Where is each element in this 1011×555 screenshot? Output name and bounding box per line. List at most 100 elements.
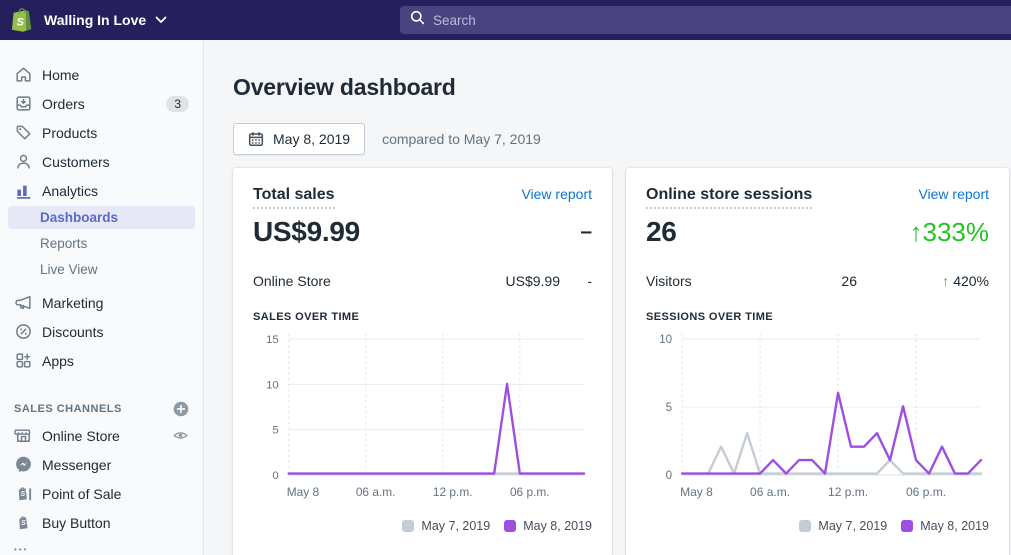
sidebar-item-label: Dashboards <box>40 210 118 225</box>
sidebar-item-customers[interactable]: Customers <box>0 147 203 176</box>
store-switcher[interactable]: Walling In Love <box>44 11 167 29</box>
discount-badge-icon <box>14 322 33 341</box>
svg-text:12 p.m.: 12 p.m. <box>433 485 473 499</box>
legend-swatch <box>402 520 414 532</box>
legend-swatch <box>799 520 811 532</box>
add-channel-button[interactable] <box>173 401 189 417</box>
pos-bag-icon: S <box>14 484 33 503</box>
search-bar[interactable] <box>400 6 1011 34</box>
total-sales-view-report-link[interactable]: View report <box>521 186 592 202</box>
svg-text:12 p.m.: 12 p.m. <box>828 485 868 499</box>
legend-item: May 8, 2019 <box>504 519 592 533</box>
svg-text:S: S <box>17 17 25 29</box>
up-arrow-icon: ↑ <box>942 273 949 289</box>
sidebar-item-label: Products <box>42 125 189 141</box>
sales-channels-header: SALES CHANNELS <box>14 401 189 417</box>
date-picker-label: May 8, 2019 <box>273 131 350 147</box>
home-icon <box>14 65 33 84</box>
messenger-icon <box>14 455 33 474</box>
sidebar-item-discounts[interactable]: Discounts <box>0 317 203 346</box>
sidebar-item-analytics[interactable]: Analytics <box>0 176 203 205</box>
sales-chart-legend: May 7, 2019 May 8, 2019 <box>253 519 592 533</box>
total-sales-title[interactable]: Total sales <box>253 186 335 209</box>
bar-chart-icon <box>14 181 33 200</box>
sidebar-item-label: Online Store <box>42 428 172 444</box>
sidebar-item-reports[interactable]: Reports <box>0 230 203 256</box>
sidebar-item-label: Analytics <box>42 183 189 199</box>
svg-text:May 8: May 8 <box>680 485 713 499</box>
svg-text:S: S <box>21 520 26 527</box>
search-input[interactable] <box>433 13 919 28</box>
sessions-over-time-chart: 0510May 806 a.m.12 p.m.06 p.m. <box>646 329 989 507</box>
legend-label: May 8, 2019 <box>523 519 592 533</box>
up-arrow-icon: ↑ <box>910 217 923 247</box>
sidebar-item-label: Customers <box>42 154 189 170</box>
total-sales-breakdown-row: Online Store US$9.99 - <box>253 273 592 289</box>
date-picker-button[interactable]: May 8, 2019 <box>233 123 365 155</box>
sidebar-item-dashboards[interactable]: Dashboards <box>8 206 195 229</box>
sidebar-item-online-store[interactable]: Online Store <box>0 421 203 450</box>
page-title: Overview dashboard <box>233 74 1011 101</box>
breakdown-value: US$9.99 <box>490 273 560 289</box>
sidebar-item-live-view[interactable]: Live View <box>0 256 203 282</box>
sidebar-item-label: Live View <box>40 262 98 277</box>
legend-swatch <box>901 520 913 532</box>
legend-label: May 7, 2019 <box>421 519 490 533</box>
buy-button-bag-icon: S <box>14 513 33 532</box>
topbar: S Walling In Love <box>0 0 1011 40</box>
sessions-chart-title: SESSIONS OVER TIME <box>646 311 989 323</box>
megaphone-icon <box>14 293 33 312</box>
sidebar-more-button[interactable]: ••• <box>14 545 28 554</box>
sidebar-item-label: Messenger <box>42 457 189 473</box>
sales-chart-title: SALES OVER TIME <box>253 311 592 323</box>
sidebar-item-products[interactable]: Products <box>0 118 203 147</box>
chevron-down-icon <box>155 11 167 29</box>
legend-item: May 8, 2019 <box>901 519 989 533</box>
svg-text:May 8: May 8 <box>287 485 320 499</box>
sidebar-item-orders[interactable]: Orders 3 <box>0 89 203 118</box>
sidebar-item-label: Buy Button <box>42 515 189 531</box>
sessions-title[interactable]: Online store sessions <box>646 186 812 209</box>
visitors-delta: ↑ 420% <box>857 273 989 289</box>
orders-icon <box>14 94 33 113</box>
sidebar: Home Orders 3 Products Customers <box>0 40 204 555</box>
total-sales-card: Total sales View report US$9.99 – Online… <box>233 168 612 555</box>
total-sales-value: US$9.99 <box>253 216 360 248</box>
sidebar-item-point-of-sale[interactable]: S Point of Sale <box>0 479 203 508</box>
sessions-view-report-link[interactable]: View report <box>918 186 989 202</box>
sessions-delta-value: 333% <box>923 217 990 247</box>
sidebar-item-label: Reports <box>40 236 87 251</box>
visitors-row: Visitors 26 ↑ 420% <box>646 273 989 289</box>
legend-item: May 7, 2019 <box>402 519 490 533</box>
legend-item: May 7, 2019 <box>799 519 887 533</box>
breakdown-delta: - <box>560 273 592 289</box>
sidebar-item-messenger[interactable]: Messenger <box>0 450 203 479</box>
sessions-chart-legend: May 7, 2019 May 8, 2019 <box>646 519 989 533</box>
sidebar-item-home[interactable]: Home <box>0 60 203 89</box>
legend-label: May 7, 2019 <box>818 519 887 533</box>
svg-text:06 p.m.: 06 p.m. <box>906 485 946 499</box>
store-name: Walling In Love <box>44 12 146 28</box>
sidebar-item-label: Marketing <box>42 295 189 311</box>
breakdown-label: Online Store <box>253 273 490 289</box>
person-icon <box>14 152 33 171</box>
storefront-icon <box>14 426 33 445</box>
sessions-delta: ↑333% <box>910 217 990 248</box>
svg-text:15: 15 <box>266 334 279 346</box>
view-online-store-eye-icon[interactable] <box>172 427 189 444</box>
compared-to-text: compared to May 7, 2019 <box>382 131 541 147</box>
sidebar-item-buy-button[interactable]: S Buy Button <box>0 508 203 537</box>
sidebar-item-marketing[interactable]: Marketing <box>0 288 203 317</box>
calendar-icon <box>248 131 264 147</box>
tag-icon <box>14 123 33 142</box>
sales-over-time-chart: 051015May 806 a.m.12 p.m.06 p.m. <box>253 329 592 507</box>
sidebar-item-label: Orders <box>42 96 166 112</box>
svg-text:5: 5 <box>272 425 278 437</box>
svg-text:S: S <box>21 491 26 498</box>
online-store-sessions-card: Online store sessions View report 26 ↑33… <box>626 168 1009 555</box>
orders-count-badge: 3 <box>166 96 189 112</box>
sidebar-item-apps[interactable]: Apps <box>0 346 203 375</box>
total-sales-delta: – <box>580 220 592 244</box>
svg-text:0: 0 <box>666 470 672 482</box>
svg-text:06 p.m.: 06 p.m. <box>510 485 550 499</box>
